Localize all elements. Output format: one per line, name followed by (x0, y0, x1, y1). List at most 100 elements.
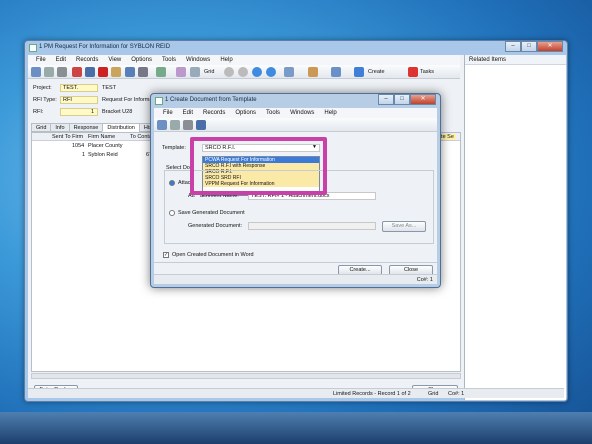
dialog-minimize-icon[interactable]: – (378, 94, 394, 105)
tools-icon[interactable] (331, 67, 341, 77)
save-as-button[interactable]: Save As... (382, 221, 426, 232)
main-status-bar: Limited Records - Record 1 of 2 Grid Co#… (28, 388, 564, 398)
dialog-toolbar (154, 118, 437, 132)
template-label: Template: (162, 145, 186, 151)
report-icon[interactable] (354, 67, 364, 77)
next-record-icon[interactable] (252, 67, 262, 77)
project-label: Project: (33, 85, 52, 91)
dialog-menu-options[interactable]: Options (230, 108, 261, 118)
notes-icon[interactable] (125, 67, 135, 77)
dialog-menubar: File Edit Records Options Tools Windows … (154, 108, 437, 118)
rfi-subject: Bracket U28 (102, 109, 133, 115)
col-sent-to-firm[interactable]: Sent To Firm (52, 134, 83, 140)
grid-view-button[interactable]: Grid (204, 69, 214, 75)
menu-view[interactable]: View (103, 55, 126, 65)
create-menu-button[interactable]: Create (368, 69, 385, 75)
project-code-field[interactable]: TEST. (60, 84, 98, 92)
dialog-close-icon[interactable]: ✕ (410, 94, 436, 105)
dialog-status-co: Co#: 1 (416, 277, 433, 283)
link-icon[interactable] (284, 67, 294, 77)
menu-edit[interactable]: Edit (51, 55, 71, 65)
dialog-menu-edit[interactable]: Edit (178, 108, 198, 118)
col-firm-name[interactable]: Firm Name (88, 134, 115, 140)
attach-icon[interactable] (138, 67, 148, 77)
related-items-panel: Related Items (464, 55, 566, 400)
taskbar (0, 412, 592, 444)
cell-firm: 1054 (72, 143, 85, 149)
close-icon[interactable]: ✕ (537, 41, 563, 52)
related-items-title: Related Items (465, 55, 566, 65)
window-controls: – □ ✕ (505, 41, 563, 53)
spell-check-icon[interactable] (190, 67, 200, 77)
cell-name: Syblon Reid (88, 152, 118, 158)
tab-distribution[interactable]: Distribution (102, 123, 140, 132)
dialog-edit-icon[interactable] (157, 120, 167, 130)
tab-response[interactable]: Response (68, 123, 104, 132)
tab-info[interactable]: Info (50, 123, 70, 132)
copy-icon[interactable] (111, 67, 121, 77)
highlight-annotation-box (190, 137, 327, 195)
dialog-window-controls: – □ ✕ (378, 94, 436, 106)
attach-radio[interactable] (169, 180, 175, 186)
delete-icon[interactable] (98, 67, 108, 77)
dialog-menu-windows[interactable]: Windows (285, 108, 319, 118)
rfi-number-field[interactable]: 1 (60, 108, 98, 116)
dialog-client: File Edit Records Options Tools Windows … (154, 108, 437, 284)
dialog-titlebar: 1 Create Document from Template – □ ✕ (151, 94, 440, 108)
print-icon[interactable] (57, 67, 67, 77)
maximize-icon[interactable]: □ (521, 41, 537, 52)
app-icon (29, 44, 37, 52)
prev-record-icon[interactable] (238, 67, 248, 77)
main-window-title: 1 PM Request For Information for SYBLON … (39, 44, 171, 50)
dialog-divider (154, 262, 437, 263)
menu-windows[interactable]: Windows (181, 55, 215, 65)
main-toolbar: Grid Create Tasks (28, 65, 460, 79)
pen-icon[interactable] (156, 67, 166, 77)
menu-tools[interactable]: Tools (157, 55, 181, 65)
dialog-save-icon[interactable] (196, 120, 206, 130)
menu-options[interactable]: Options (126, 55, 157, 65)
generated-document-field[interactable] (248, 222, 376, 230)
open-in-word-label: Open Created Document in Word (172, 252, 254, 258)
menu-help[interactable]: Help (215, 55, 237, 65)
workflow-icon[interactable] (308, 67, 318, 77)
dialog-menu-help[interactable]: Help (319, 108, 341, 118)
last-record-icon[interactable] (266, 67, 276, 77)
filter-icon[interactable] (176, 67, 186, 77)
status-grid: Grid (428, 391, 439, 397)
search-icon[interactable] (44, 67, 54, 77)
dialog-search-icon[interactable] (170, 120, 180, 130)
main-menubar: File Edit Records View Options Tools Win… (28, 55, 460, 65)
edit-icon[interactable] (31, 67, 41, 77)
rfi-type-desc: Request For Informat (102, 97, 154, 103)
generated-document-label: Generated Document: (188, 223, 243, 229)
open-in-word-checkbox[interactable]: ✓ (163, 252, 169, 258)
dialog-app-icon (155, 97, 163, 105)
first-record-icon[interactable] (224, 67, 234, 77)
rfi-label: RFI: (33, 109, 44, 115)
dialog-menu-tools[interactable]: Tools (261, 108, 285, 118)
save-generated-radio[interactable] (169, 210, 175, 216)
cell-name: Placer County (88, 143, 123, 149)
dialog-menu-file[interactable]: File (158, 108, 178, 118)
menu-records[interactable]: Records (71, 55, 103, 65)
tasks-menu-button[interactable]: Tasks (420, 69, 434, 75)
dialog-print-icon[interactable] (183, 120, 193, 130)
dialog-menu-records[interactable]: Records (198, 108, 230, 118)
flag-icon[interactable] (408, 67, 418, 77)
rfi-type-field[interactable]: RFI (60, 96, 98, 104)
menu-file[interactable]: File (31, 55, 51, 65)
attach-label: Attac (178, 180, 191, 186)
dialog-maximize-icon[interactable]: □ (394, 94, 410, 105)
horizontal-scrollbar[interactable] (31, 373, 461, 379)
project-name: TEST (102, 85, 117, 91)
minimize-icon[interactable]: – (505, 41, 521, 52)
cell-firm: 1 (82, 152, 86, 158)
status-records: Limited Records - Record 1 of 2 (333, 391, 411, 397)
new-record-icon[interactable] (72, 67, 82, 77)
tab-grid[interactable]: Grid (31, 123, 52, 132)
save-icon[interactable] (85, 67, 95, 77)
main-titlebar: 1 PM Request For Information for SYBLON … (25, 41, 567, 55)
rfi-type-label: RFI Type: (33, 97, 57, 103)
dialog-title: 1 Create Document from Template (165, 97, 257, 103)
